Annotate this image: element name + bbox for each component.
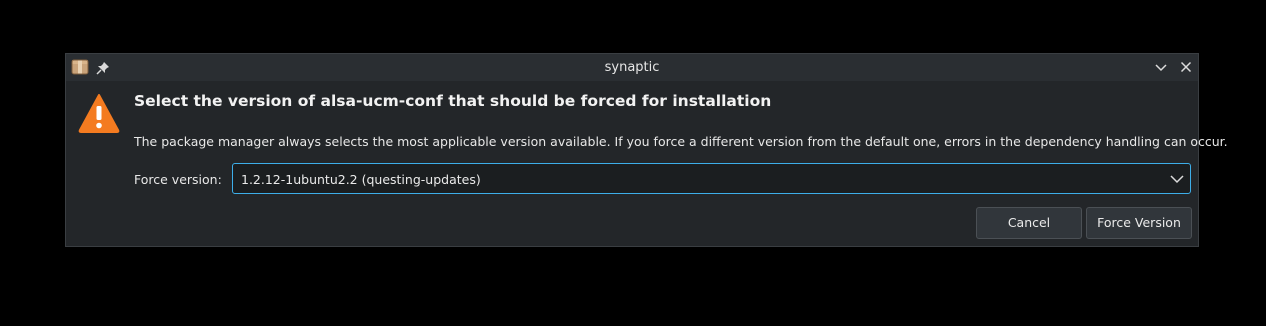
force-version-button[interactable]: Force Version: [1086, 207, 1192, 239]
close-icon[interactable]: [1178, 59, 1194, 75]
synaptic-dialog-window: synaptic Select the version of alsa-ucm-…: [65, 53, 1228, 247]
force-version-select[interactable]: 1.2.12-1ubuntu2.2 (questing-updates): [232, 163, 1191, 194]
dialog-description: The package manager always selects the m…: [134, 134, 1228, 149]
cancel-button[interactable]: Cancel: [976, 207, 1082, 239]
warning-icon: [78, 92, 120, 134]
dialog-heading: Select the version of alsa-ucm-conf that…: [134, 92, 772, 110]
title-bar[interactable]: synaptic: [66, 54, 1198, 81]
force-version-value: 1.2.12-1ubuntu2.2 (questing-updates): [241, 172, 481, 187]
chevron-down-icon[interactable]: [1169, 171, 1185, 187]
window-title: synaptic: [604, 60, 660, 75]
chevron-down-icon[interactable]: [1153, 59, 1169, 75]
force-version-label: Force version:: [134, 172, 222, 187]
